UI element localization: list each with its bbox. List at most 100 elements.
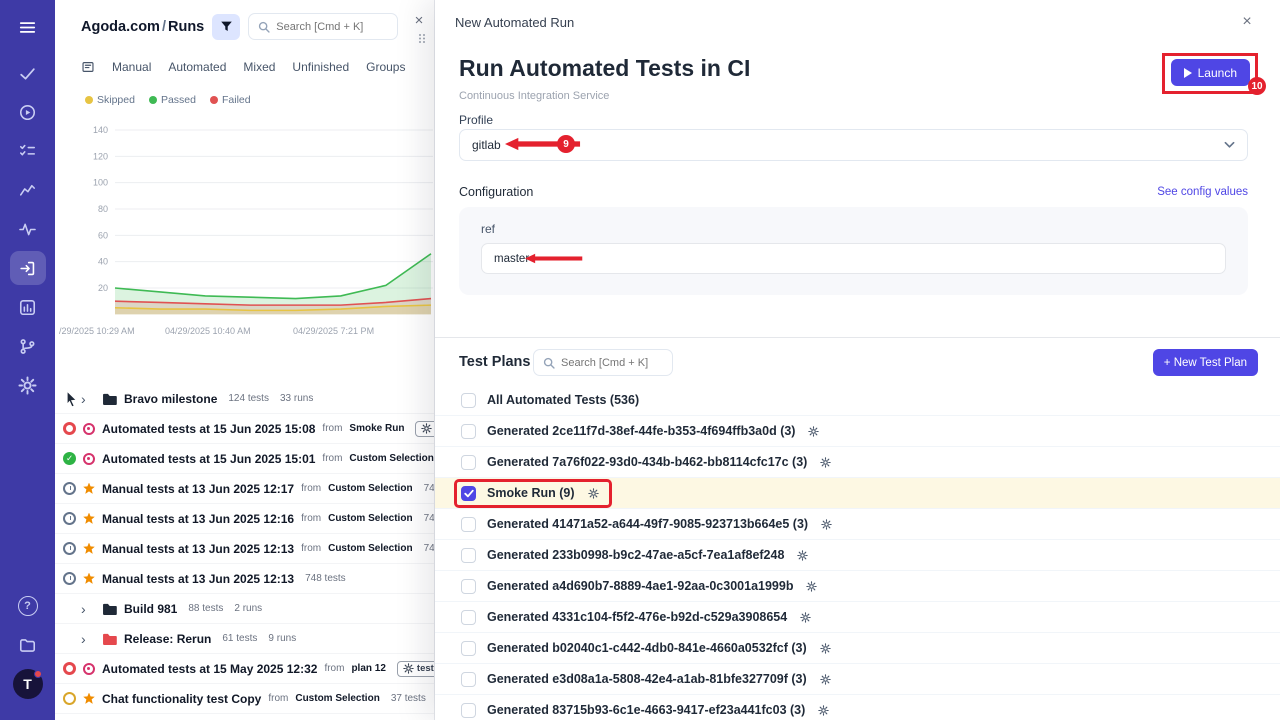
test-plan-row[interactable]: Generated 83715b93-6c1e-4663-9417-ef23a4…: [435, 695, 1280, 720]
run-from-label: from: [301, 513, 321, 524]
plan-label: Generated b02040c1-c442-4db0-841e-4660a0…: [487, 641, 807, 655]
tree-row[interactable]: Automated tests at 15 Jun 2025 15:08 fro…: [55, 414, 434, 444]
test-plan-row[interactable]: Generated 4331c104-f5f2-476e-b92d-c529a3…: [435, 602, 1280, 633]
see-config-values-link[interactable]: See config values: [1157, 186, 1248, 198]
run-status-icon: [63, 692, 76, 705]
test-plans-search-input[interactable]: [561, 357, 661, 369]
tree-row[interactable]: Manual tests at 13 Jun 2025 12:13 748 te…: [55, 564, 434, 594]
test-plan-row[interactable]: Generated 41471a52-a644-49f7-9085-923713…: [435, 509, 1280, 540]
plan-checkbox[interactable]: [461, 393, 476, 408]
runs-tab[interactable]: Manual: [112, 60, 151, 74]
settings-gear-icon[interactable]: [10, 368, 46, 402]
help-icon[interactable]: [10, 589, 46, 623]
panel-drag-handle-icon[interactable]: [418, 31, 426, 49]
plan-checkbox[interactable]: [461, 424, 476, 439]
tree-row[interactable]: Manual tests at 13 Jun 2025 12:16 from C…: [55, 504, 434, 534]
import-runs-icon[interactable]: [10, 251, 46, 285]
gear-icon[interactable]: [820, 674, 831, 685]
menu-icon[interactable]: [10, 10, 46, 44]
runs-tab[interactable]: Automated: [168, 60, 226, 74]
check-icon: [464, 489, 474, 498]
tree-row[interactable]: Automated tests at 15 May 2025 12:32 fro…: [55, 654, 434, 684]
runs-play-icon[interactable]: [10, 95, 46, 129]
test-badge[interactable]: test: [415, 421, 434, 437]
tree-row[interactable]: Chat functionality test Copy from Custom…: [55, 684, 434, 714]
plan-checkbox[interactable]: [461, 548, 476, 563]
test-plan-row[interactable]: Generated 2ce11f7d-38ef-44fe-b353-4f694f…: [435, 416, 1280, 447]
run-meta: 88 tests: [188, 603, 223, 614]
gear-icon[interactable]: [818, 705, 829, 716]
runs-tab[interactable]: Groups: [366, 60, 405, 74]
gear-icon[interactable]: [800, 612, 811, 623]
activity-icon[interactable]: [10, 212, 46, 246]
chevron-right-icon[interactable]: [81, 601, 91, 617]
run-source: Custom Selection: [295, 693, 379, 704]
drawer-close-icon[interactable]: [1236, 11, 1258, 33]
runs-tab[interactable]: Unfinished: [292, 60, 349, 74]
branches-icon[interactable]: [10, 329, 46, 363]
run-meta: 33 runs: [280, 393, 313, 404]
profile-select[interactable]: gitlab: [459, 129, 1248, 161]
filter-button[interactable]: [212, 14, 240, 40]
documents-icon[interactable]: [10, 628, 46, 662]
tests-icon[interactable]: [10, 56, 46, 90]
user-avatar[interactable]: T: [10, 667, 46, 701]
gear-icon[interactable]: [821, 519, 832, 530]
plan-checkbox[interactable]: [461, 672, 476, 687]
gear-icon[interactable]: [797, 550, 808, 561]
plan-checkbox[interactable]: [461, 517, 476, 532]
gear-icon[interactable]: [806, 581, 817, 592]
breadcrumb-project[interactable]: Agoda.com: [81, 19, 160, 35]
panel-close-icon[interactable]: [410, 11, 428, 29]
test-plan-row[interactable]: Generated a4d690b7-8889-4ae1-92aa-0c3001…: [435, 571, 1280, 602]
run-title: Manual tests at 13 Jun 2025 12:17: [102, 482, 294, 496]
legend-item[interactable]: Skipped: [85, 94, 135, 106]
plan-checkbox[interactable]: [461, 610, 476, 625]
run-meta: 37 tests: [391, 693, 426, 704]
test-plan-row[interactable]: Generated b02040c1-c442-4db0-841e-4660a0…: [435, 633, 1280, 664]
legend-item[interactable]: Failed: [210, 94, 251, 106]
gear-icon[interactable]: [808, 426, 819, 437]
plan-checkbox[interactable]: [461, 579, 476, 594]
run-source: Custom Selection: [328, 513, 412, 524]
analytics-icon[interactable]: [10, 173, 46, 207]
new-automated-run-drawer: New Automated Run Run Automated Tests in…: [435, 0, 1280, 720]
app-sidebar: T: [0, 0, 55, 720]
tree-row[interactable]: Automated tests at 15 Jun 2025 15:01 fro…: [55, 444, 434, 474]
new-test-plan-button[interactable]: + New Test Plan: [1153, 349, 1258, 376]
test-plan-row[interactable]: Smoke Run (9): [435, 478, 1280, 509]
plan-checkbox[interactable]: [461, 455, 476, 470]
test-plan-row[interactable]: Generated e3d08a1a-5808-42e4-a1ab-81bfe3…: [435, 664, 1280, 695]
test-plan-row[interactable]: All Automated Tests (536): [435, 385, 1280, 416]
runs-search-input[interactable]: [276, 21, 388, 33]
tree-row[interactable]: Build 981 88 tests 2 runs: [55, 594, 434, 624]
tree-row[interactable]: Release: Rerun 61 tests 9 runs: [55, 624, 434, 654]
tree-row[interactable]: Manual tests at 13 Jun 2025 12:17 from C…: [55, 474, 434, 504]
run-title: Manual tests at 13 Jun 2025 12:13: [102, 572, 294, 586]
plan-checkbox[interactable]: [461, 641, 476, 656]
test-plan-row[interactable]: Generated 7a76f022-93d0-434b-b462-bb8114…: [435, 447, 1280, 478]
test-badge[interactable]: test: [397, 661, 434, 677]
runs-history-icon[interactable]: [81, 60, 95, 74]
reports-icon[interactable]: [10, 290, 46, 324]
tree-row[interactable]: Bravo milestone 124 tests 33 runs: [55, 384, 434, 414]
tree-row[interactable]: Manual tests at 13 Jun 2025 12:13 from C…: [55, 534, 434, 564]
ref-input[interactable]: [481, 243, 1226, 274]
launch-button[interactable]: Launch: [1171, 59, 1250, 86]
legend-item[interactable]: Passed: [149, 94, 196, 106]
profile-label: Profile: [459, 113, 493, 127]
plan-checkbox[interactable]: [461, 486, 476, 501]
chevron-right-icon[interactable]: [81, 631, 91, 647]
test-plans-title: Test Plans: [459, 354, 530, 370]
gear-icon[interactable]: [588, 488, 599, 499]
plan-checkbox[interactable]: [461, 703, 476, 718]
test-plan-row[interactable]: Generated 233b0998-b9c2-47ae-a5cf-7ea1af…: [435, 540, 1280, 571]
gear-icon[interactable]: [820, 457, 831, 468]
plan-label: All Automated Tests (536): [487, 393, 639, 407]
gear-icon[interactable]: [820, 643, 831, 654]
chevron-right-icon[interactable]: [81, 391, 91, 407]
runs-search: [248, 13, 398, 40]
runs-tab[interactable]: Mixed: [243, 60, 275, 74]
run-title: Automated tests at 15 May 2025 12:32: [102, 662, 317, 676]
test-plans-icon[interactable]: [10, 134, 46, 168]
